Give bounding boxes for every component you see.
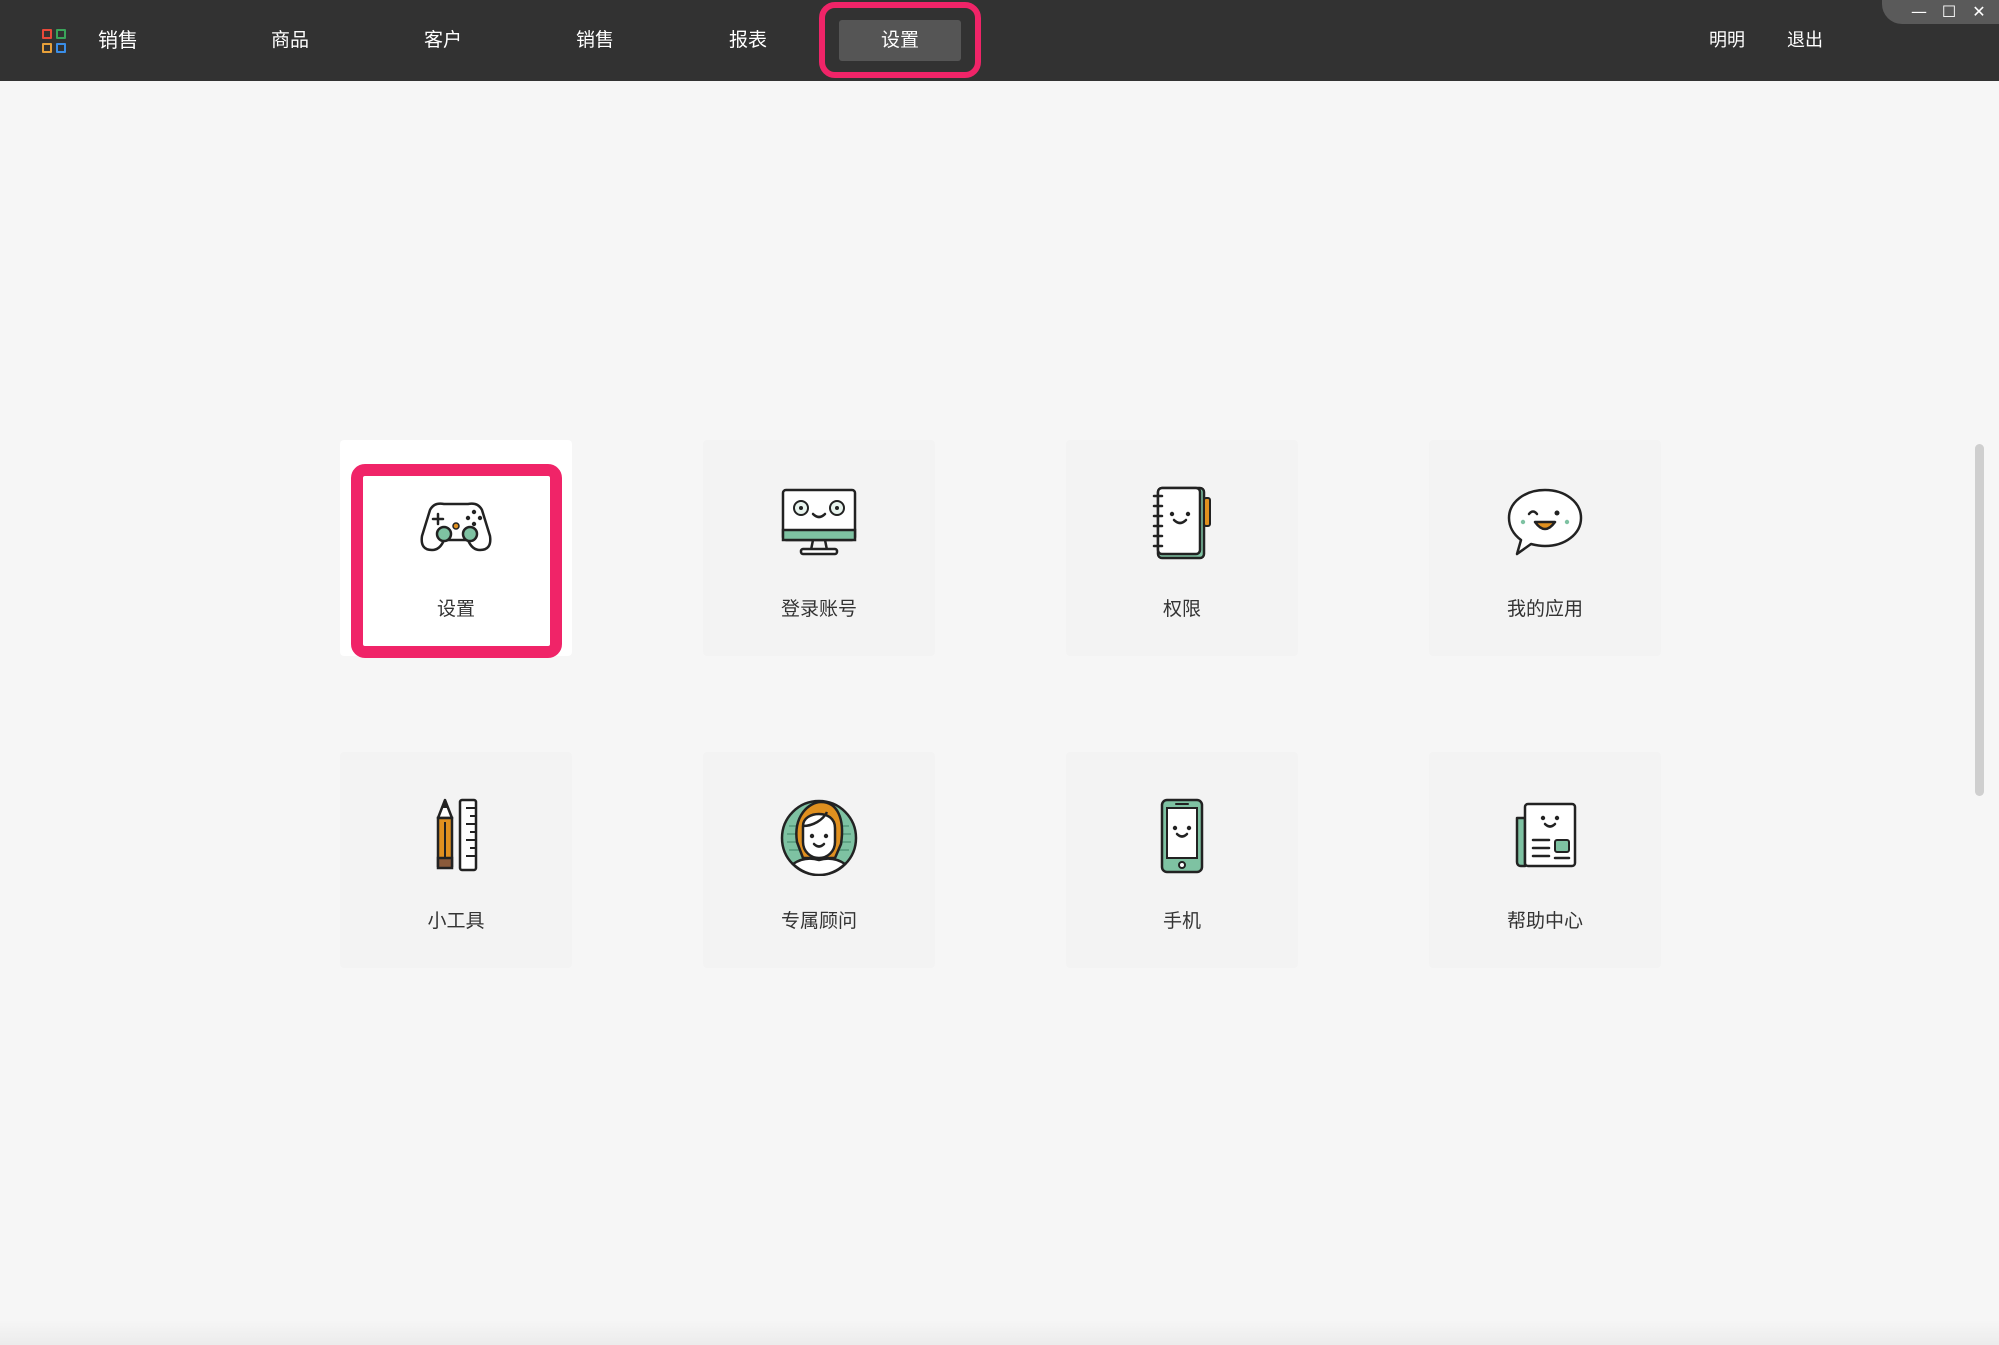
app-title: 销售 <box>98 28 138 52</box>
notebook-icon <box>1152 486 1211 560</box>
tile-label: 登录账号 <box>780 598 857 620</box>
user-name-link[interactable]: 明明 <box>1709 0 1745 81</box>
nav-tab-customers[interactable]: 客户 <box>403 0 483 81</box>
tile-label: 专属顾问 <box>780 910 857 932</box>
gamepad-icon <box>420 502 492 552</box>
app-grid-logo-icon[interactable] <box>42 29 67 54</box>
tile-tools[interactable]: 小工具 <box>340 752 572 968</box>
pencil-ruler-icon <box>436 798 478 872</box>
phone-icon <box>1160 798 1204 874</box>
minimize-icon[interactable]: — <box>1908 0 1930 24</box>
vertical-scrollbar[interactable] <box>1975 444 1984 796</box>
tile-label: 手机 <box>1162 910 1201 932</box>
tile-settings[interactable]: 设置 <box>340 440 572 656</box>
chat-bubble-icon <box>1507 488 1583 556</box>
tile-login-account[interactable]: 登录账号 <box>703 440 935 656</box>
nav-tab-reports[interactable]: 报表 <box>708 0 788 81</box>
nav-tab-sales[interactable]: 销售 <box>555 0 635 81</box>
logout-link[interactable]: 退出 <box>1787 0 1823 81</box>
tile-my-apps[interactable]: 我的应用 <box>1429 440 1661 656</box>
top-nav-bar: 销售 商品 客户 销售 报表 设置 明明 退出 — ☐ ✕ <box>0 0 1999 81</box>
tile-advisor[interactable]: 专属顾问 <box>703 752 935 968</box>
tile-label: 权限 <box>1162 598 1201 620</box>
tile-label: 设置 <box>436 598 475 620</box>
tile-label: 我的应用 <box>1506 598 1583 620</box>
tile-phone[interactable]: 手机 <box>1066 752 1298 968</box>
close-icon[interactable]: ✕ <box>1968 0 1990 24</box>
nav-tab-products[interactable]: 商品 <box>250 0 330 81</box>
maximize-icon[interactable]: ☐ <box>1938 0 1960 24</box>
tile-label: 小工具 <box>427 910 485 932</box>
tile-help-center[interactable]: 帮助中心 <box>1429 752 1661 968</box>
bottom-edge <box>0 1320 1999 1345</box>
monitor-icon <box>781 488 857 556</box>
newspaper-icon <box>1515 802 1577 868</box>
highlight-outline-nav <box>819 2 981 78</box>
tile-label: 帮助中心 <box>1506 910 1583 932</box>
tile-permissions[interactable]: 权限 <box>1066 440 1298 656</box>
advisor-avatar-icon <box>780 799 858 876</box>
